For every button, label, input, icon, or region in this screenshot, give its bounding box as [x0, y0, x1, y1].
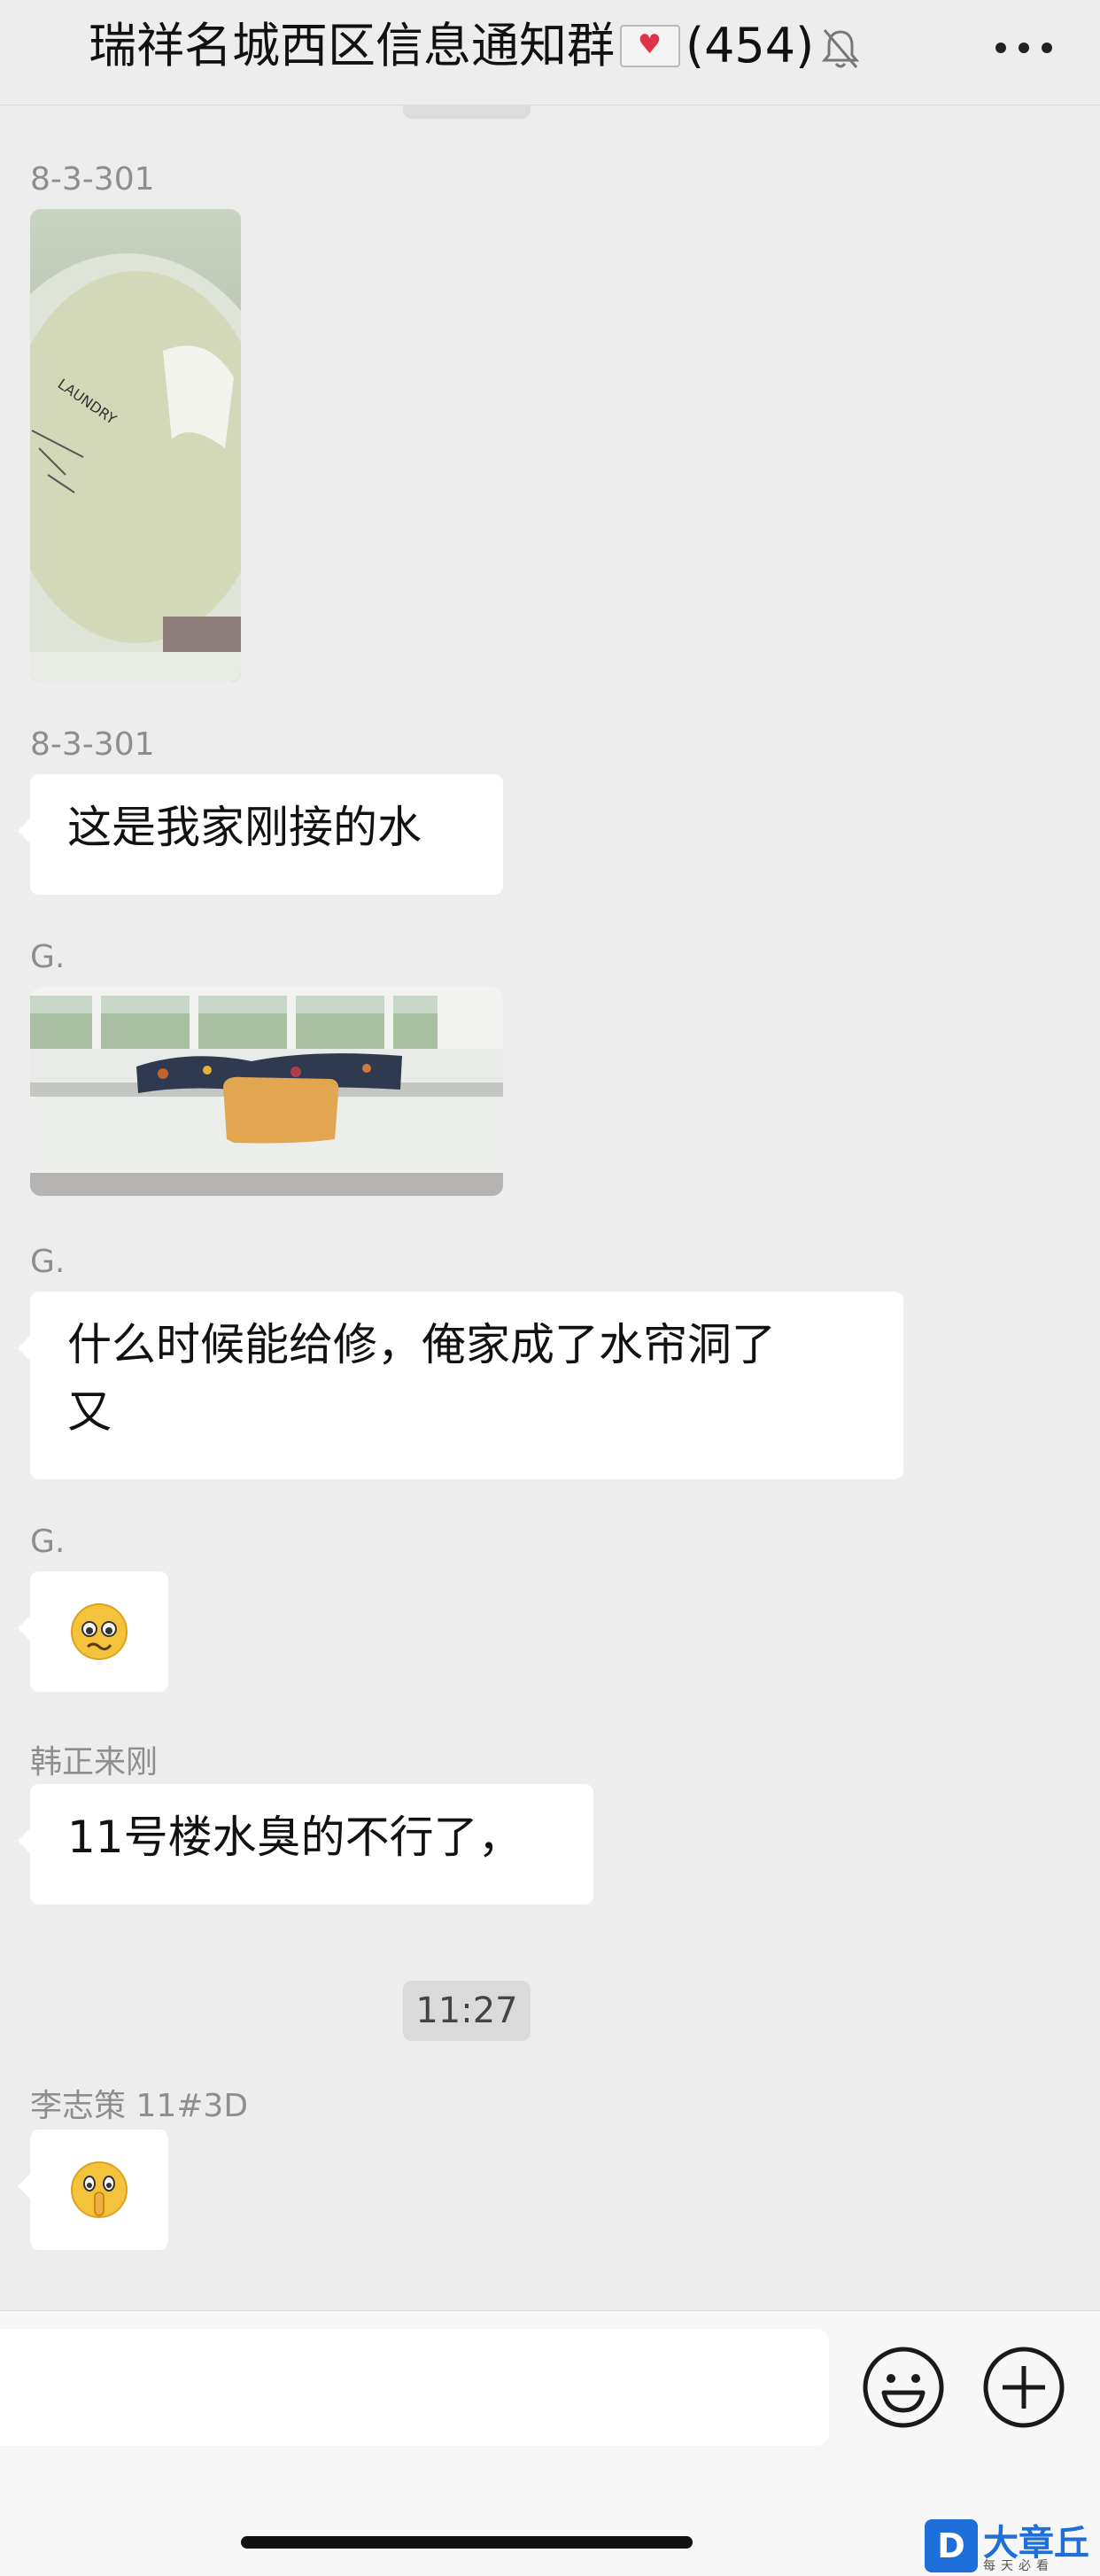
watermark-sub: 每天必看	[983, 2559, 1054, 2573]
worried-face-icon	[71, 1603, 128, 1660]
sender-name: 8-3-301	[30, 726, 155, 763]
chat-title[interactable]: 瑞祥名城西区信息通知群 ♥ (454)	[89, 12, 860, 74]
image-message-bucket[interactable]: LAUNDRY	[30, 209, 241, 682]
sender-name: 8-3-301	[30, 161, 155, 198]
sender-name: G.	[30, 1244, 66, 1280]
text-message[interactable]: 这是我家刚接的水	[18, 774, 503, 895]
chat-header: 瑞祥名城西区信息通知群 ♥ (454)	[0, 0, 1100, 105]
sender-name: 李志策 11#3D	[30, 2088, 249, 2124]
shushing-face-icon	[71, 2161, 128, 2218]
emoji-icon[interactable]	[861, 2345, 946, 2430]
home-indicator[interactable]	[241, 2536, 693, 2549]
time-divider: 11:27	[403, 1981, 531, 2041]
message-text: 这是我家刚接的水	[67, 802, 422, 853]
sender-name: 韩正来刚	[30, 1744, 159, 1781]
message-input[interactable]	[0, 2329, 829, 2446]
image-message-window[interactable]	[30, 987, 503, 1196]
text-message[interactable]: 什么时候能给修，俺家成了水帘洞了 又	[18, 1292, 903, 1479]
plus-icon[interactable]	[981, 2345, 1066, 2430]
sender-name: G.	[30, 1524, 66, 1560]
group-name: 瑞祥名城西区信息通知群	[89, 18, 615, 74]
text-message[interactable]: 11号楼水臭的不行了，	[18, 1784, 593, 1905]
message-text: 11号楼水臭的不行了，	[67, 1812, 523, 1863]
emoji-message[interactable]: 🤫	[18, 2130, 168, 2250]
more-icon[interactable]	[988, 19, 1059, 73]
watermark-logo: D	[925, 2519, 978, 2572]
envelope-heart-icon: ♥	[620, 25, 680, 68]
message-text-line-2: 又	[67, 1386, 112, 1438]
mute-bell-icon	[821, 24, 860, 69]
message-text-line-1: 什么时候能给修，俺家成了水帘洞了	[67, 1319, 776, 1370]
watermark: D 大章丘 每天必看	[925, 2516, 1100, 2575]
sender-name: G.	[30, 939, 66, 975]
chat-list[interactable]: 8-3-301 LAUNDRY 8-3-301 这是我家刚接的水 G. G. 什…	[0, 105, 1100, 2310]
member-count: (454)	[686, 18, 815, 74]
emoji-message[interactable]: 😟	[18, 1571, 168, 1692]
